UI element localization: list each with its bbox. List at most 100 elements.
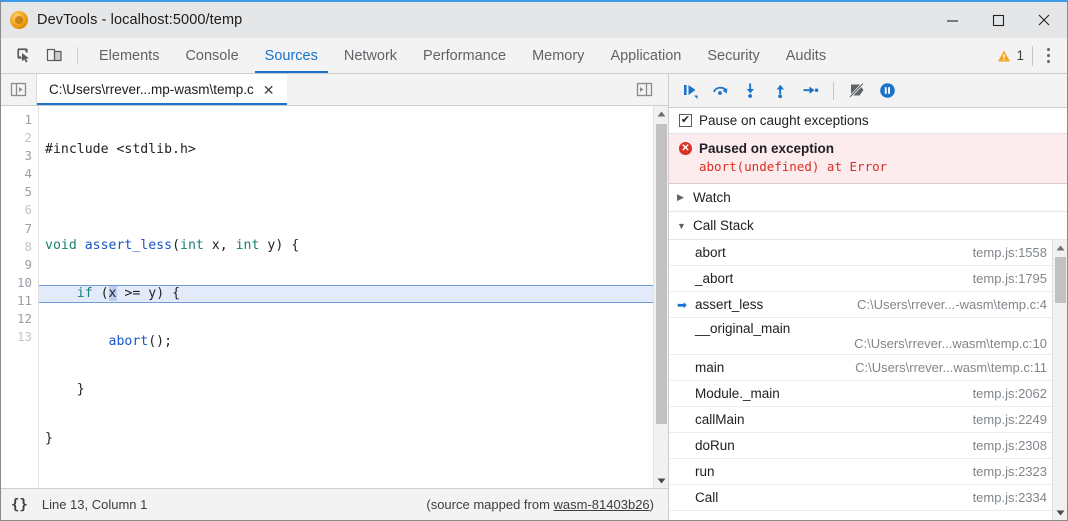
warning-badge[interactable]: 1 <box>997 48 1032 63</box>
step-out-icon[interactable] <box>767 78 793 104</box>
tab-sources[interactable]: Sources <box>252 38 331 73</box>
editor-pane: C:\Users\rrever...mp-wasm\temp.c ✕ <box>1 74 669 520</box>
code-line-6: } <box>39 381 653 399</box>
source-map-prefix: (source mapped from <box>426 497 553 512</box>
source-map-link[interactable]: wasm-81403b26 <box>554 497 650 512</box>
pause-on-exceptions-icon[interactable] <box>874 78 900 104</box>
frame-name: Call <box>691 490 718 505</box>
minimize-button[interactable] <box>929 2 975 38</box>
frame-name: run <box>691 464 715 479</box>
maximize-button[interactable] <box>975 2 1021 38</box>
sources-panel: C:\Users\rrever...mp-wasm\temp.c ✕ <box>1 74 1067 520</box>
line-number: 5 <box>1 183 38 201</box>
show-debugger-icon[interactable] <box>626 82 662 97</box>
line-number: 2 <box>1 129 38 147</box>
warning-triangle-icon <box>997 49 1011 63</box>
debugger-vertical-scrollbar[interactable] <box>1052 240 1067 520</box>
tab-label: Elements <box>99 48 159 64</box>
tab-performance[interactable]: Performance <box>410 38 519 73</box>
device-toolbar-icon[interactable] <box>39 38 69 73</box>
show-navigator-icon[interactable] <box>1 74 37 105</box>
frame-name: assert_less <box>691 297 763 312</box>
window-title: DevTools - localhost:5000/temp <box>37 12 242 28</box>
chevron-down-icon[interactable]: ▼ <box>677 221 687 231</box>
toolbar-divider <box>77 47 78 64</box>
tab-audits[interactable]: Audits <box>773 38 839 73</box>
call-stack-frame-active[interactable]: ➡ assert_less C:\Users\rrever...-wasm\te… <box>669 292 1067 318</box>
frame-location: C:\Users\rrever...wasm\temp.c:11 <box>855 360 1047 375</box>
frame-name: __original_main <box>677 321 1047 336</box>
file-tab-label: C:\Users\rrever...mp-wasm\temp.c <box>49 82 254 97</box>
code-line-5: abort(); <box>39 333 653 351</box>
scroll-down-arrow-icon[interactable] <box>1053 505 1067 520</box>
tab-elements[interactable]: Elements <box>86 38 172 73</box>
call-stack-frame[interactable]: _abort temp.js:1795 <box>669 266 1067 292</box>
scroll-down-arrow-icon[interactable] <box>657 473 666 488</box>
call-stack-label: Call Stack <box>693 218 754 233</box>
exception-title-row: ✕ Paused on exception <box>679 141 1057 156</box>
code-content[interactable]: #include <stdlib.h> void assert_less(int… <box>39 106 653 488</box>
tab-application[interactable]: Application <box>597 38 694 73</box>
code-line-2 <box>39 189 653 207</box>
call-stack-frame[interactable]: callMain temp.js:2249 <box>669 407 1067 433</box>
resume-icon[interactable] <box>677 78 703 104</box>
call-stack-frame[interactable]: main C:\Users\rrever...wasm\temp.c:11 <box>669 355 1067 381</box>
call-stack-frame[interactable]: __original_main C:\Users\rrever...wasm\t… <box>669 318 1067 355</box>
frame-location: C:\Users\rrever...wasm\temp.c:10 <box>677 336 1047 351</box>
pretty-print-icon[interactable]: {} <box>11 497 28 513</box>
watch-section-header[interactable]: ▶ Watch <box>669 184 1067 212</box>
step-icon[interactable] <box>797 78 823 104</box>
tab-strip-right: 1 <box>997 38 1067 73</box>
code-editor[interactable]: 1 2 3 4 5 6 7 8 9 10 11 12 13 <box>1 106 668 488</box>
frame-location: temp.js:1795 <box>973 271 1047 286</box>
frame-location: temp.js:2062 <box>973 386 1047 401</box>
frame-location: temp.js:1558 <box>973 245 1047 260</box>
call-stack-frame[interactable]: Module._main temp.js:2062 <box>669 381 1067 407</box>
frame-location: temp.js:2334 <box>973 490 1047 505</box>
frame-name: Module._main <box>691 386 780 401</box>
line-number: 1 <box>1 111 38 129</box>
tab-network[interactable]: Network <box>331 38 410 73</box>
call-stack-frame[interactable]: abort temp.js:1558 <box>669 240 1067 266</box>
code-line-7: } <box>39 430 653 448</box>
tab-label: Application <box>610 48 681 64</box>
call-stack-frame[interactable]: run temp.js:2323 <box>669 459 1067 485</box>
chevron-right-icon[interactable]: ▶ <box>677 192 687 203</box>
scroll-up-arrow-icon[interactable] <box>657 106 666 121</box>
code-line-8 <box>39 478 653 488</box>
warning-count: 1 <box>1016 48 1024 63</box>
active-frame-marker-icon: ➡ <box>677 298 691 312</box>
devtools-tab-strip: Elements Console Sources Network Perform… <box>1 38 1067 74</box>
line-number: 10 <box>1 274 38 292</box>
pause-on-caught-checkbox[interactable]: ✔ <box>679 114 692 127</box>
cursor-position: Line 13, Column 1 <box>42 497 148 512</box>
deactivate-breakpoints-icon[interactable] <box>844 78 870 104</box>
line-number: 11 <box>1 292 38 310</box>
pause-on-caught-exceptions-row[interactable]: ✔ Pause on caught exceptions <box>669 108 1067 134</box>
code-wrap: 1 2 3 4 5 6 7 8 9 10 11 12 13 <box>1 106 653 488</box>
call-stack-frame[interactable]: Call temp.js:2334 <box>669 485 1067 511</box>
step-into-icon[interactable] <box>737 78 763 104</box>
call-stack-section-header[interactable]: ▼ Call Stack <box>669 212 1067 240</box>
file-tab-temp-c[interactable]: C:\Users\rrever...mp-wasm\temp.c ✕ <box>37 74 287 105</box>
scrollbar-thumb[interactable] <box>1055 257 1066 303</box>
editor-vertical-scrollbar[interactable] <box>653 106 668 488</box>
kebab-menu-icon[interactable] <box>1033 41 1063 71</box>
tab-security[interactable]: Security <box>694 38 772 73</box>
tab-label: Console <box>185 48 238 64</box>
step-over-icon[interactable] <box>707 78 733 104</box>
inspect-element-icon[interactable] <box>9 38 39 73</box>
call-stack-list[interactable]: abort temp.js:1558 _abort temp.js:1795 ➡… <box>669 240 1067 520</box>
close-button[interactable] <box>1021 2 1067 38</box>
tab-memory[interactable]: Memory <box>519 38 597 73</box>
tab-console[interactable]: Console <box>172 38 251 73</box>
scroll-up-arrow-icon[interactable] <box>1053 240 1067 255</box>
scrollbar-thumb[interactable] <box>656 124 667 424</box>
file-tab-bar: C:\Users\rrever...mp-wasm\temp.c ✕ <box>1 74 668 106</box>
tab-label: Sources <box>265 48 318 64</box>
frame-name: abort <box>691 245 726 260</box>
close-icon[interactable]: ✕ <box>261 82 277 98</box>
call-stack-frame[interactable]: doRun temp.js:2308 <box>669 433 1067 459</box>
frame-name: doRun <box>691 438 735 453</box>
editor-status-bar: {} Line 13, Column 1 (source mapped from… <box>1 488 668 520</box>
